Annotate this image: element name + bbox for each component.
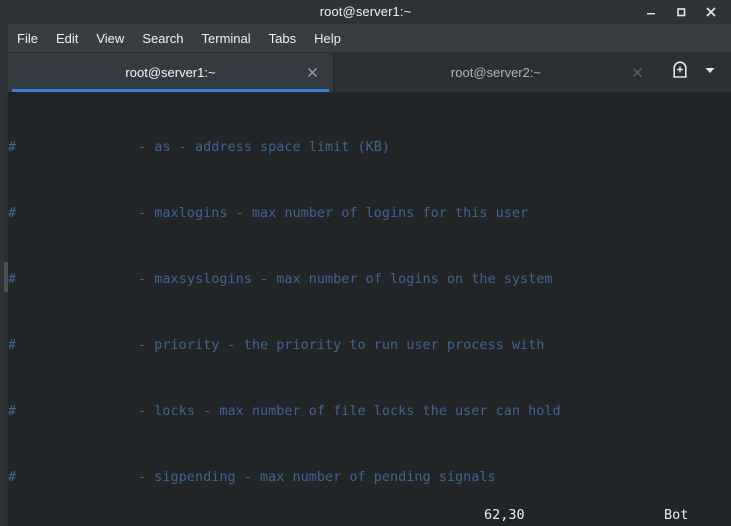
new-tab-button[interactable] [667,60,693,86]
tabbar: root@server1:~ root@server2:~ [8,53,731,92]
menu-item-file[interactable]: File [8,28,47,49]
new-tab-icon [671,61,689,84]
terminal-line: # - maxsyslogins - max number of logins … [8,271,553,287]
scroll-position: Bot [664,507,689,523]
tabbar-actions [667,53,731,92]
tab-label: root@server1:~ [125,65,216,80]
minimize-button[interactable] [637,1,665,23]
menu-item-terminal[interactable]: Terminal [193,28,260,49]
menu-item-view[interactable]: View [87,28,133,49]
tab-close-icon[interactable] [305,66,319,80]
tab-close-icon[interactable] [630,66,644,80]
menubar: File Edit View Search Terminal Tabs Help [0,24,731,53]
menu-item-search[interactable]: Search [133,28,192,49]
terminal-line: # - locks - max number of file locks the… [8,403,561,419]
menu-item-edit[interactable]: Edit [47,28,87,49]
tab-root-server2[interactable]: root@server2:~ [333,53,658,92]
terminal-line: # - priority - the priority to run user … [8,337,545,353]
maximize-icon [675,6,687,18]
tab-label: root@server2:~ [450,65,542,80]
window-title: root@server1:~ [319,4,412,19]
close-button[interactable] [697,1,725,23]
window-controls [637,0,725,24]
terminal-line: # - as - address space limit (KB) [8,139,391,155]
terminal-line: # - maxlogins - max number of logins for… [8,205,529,221]
menu-item-help[interactable]: Help [305,28,350,49]
terminal-window: root@server1:~ File Edit View Search Ter… [0,0,731,526]
tab-list-button[interactable] [697,60,723,86]
cursor-position: 62,30 [484,507,525,523]
minimize-icon [645,6,657,18]
terminal-content[interactable]: # - as - address space limit (KB) # - ma… [4,92,731,526]
terminal-text-buffer: # - as - address space limit (KB) # - ma… [8,92,731,526]
tab-root-server1[interactable]: root@server1:~ [8,53,333,92]
close-icon [704,5,718,19]
vim-status-line: -- INSERT -- 62,30 Bot [8,505,731,526]
chevron-down-icon [703,63,717,82]
menu-item-tabs[interactable]: Tabs [260,28,305,49]
terminal-line: # - sigpending - max number of pending s… [8,469,496,485]
maximize-button[interactable] [667,1,695,23]
window-titlebar: root@server1:~ [0,0,731,25]
